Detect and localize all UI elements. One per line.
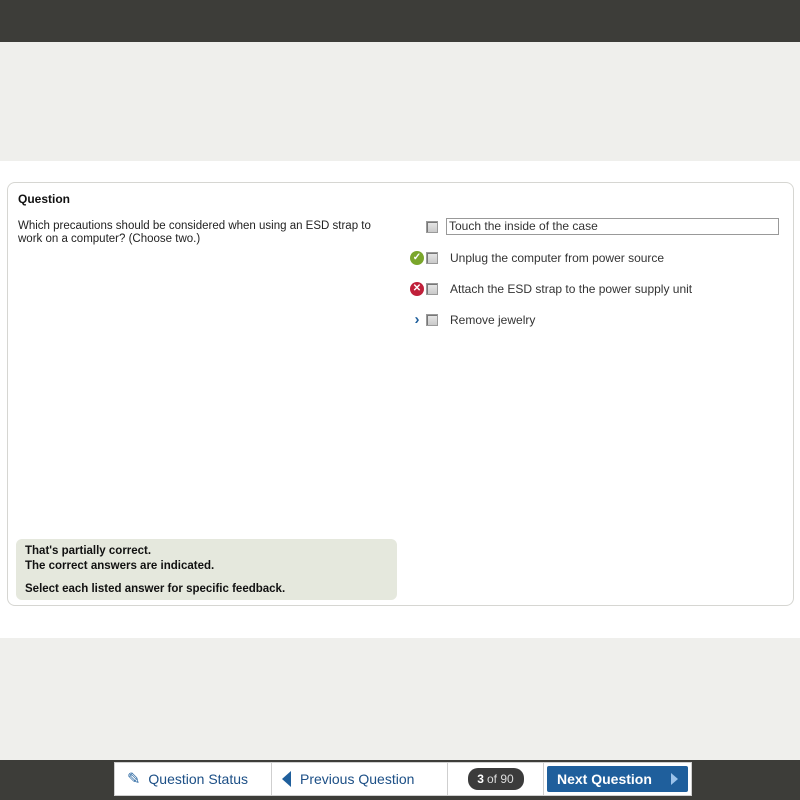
question-status-label: Question Status [148,771,249,787]
top-gray-band [0,42,800,161]
answer-list: Touch the inside of the case ✓ Unplug th… [408,218,788,343]
question-status-button[interactable]: ✎ Question Status [114,762,272,796]
checkbox[interactable] [426,252,438,264]
next-question-inner[interactable]: Next Question [547,766,688,792]
top-bar [0,0,800,42]
question-heading: Question [18,192,71,206]
answer-option-2[interactable]: ✓ Unplug the computer from power source [408,250,788,281]
incorrect-x-icon: ✕ [410,282,424,296]
current-page: 3 [477,772,484,786]
right-triangle-icon [671,773,678,785]
answer-label[interactable]: Touch the inside of the case [446,218,779,235]
previous-question-button[interactable]: Previous Question [272,762,448,796]
left-triangle-icon [282,771,291,787]
missed-chevron-icon: › [414,311,420,328]
page-indicator-area: 3 of 90 [448,762,543,796]
navigation-bar: ✎ Question Status Previous Question 3 of… [114,762,692,796]
pencil-icon: ✎ [127,771,141,788]
correct-check-icon: ✓ [410,251,424,265]
feedback-panel: That's partially correct. The correct an… [16,539,397,600]
answer-option-4[interactable]: › Remove jewelry [408,312,788,343]
checkbox[interactable] [426,314,438,326]
page-total: of 90 [486,772,514,786]
checkbox[interactable] [426,221,438,233]
answer-indicator-empty [408,219,426,235]
feedback-line-2: The correct answers are indicated. [25,560,215,572]
next-question-label: Next Question [557,771,652,787]
bottom-gray-band [0,638,800,760]
feedback-line-1: That's partially correct. [25,545,152,557]
previous-question-label: Previous Question [300,771,415,787]
page-indicator: 3 of 90 [467,768,524,790]
next-question-button[interactable]: Next Question [543,762,692,796]
question-text: Which precautions should be considered w… [18,220,371,245]
answer-label[interactable]: Unplug the computer from power source [448,250,666,266]
checkbox[interactable] [426,283,438,295]
answer-option-1[interactable]: Touch the inside of the case [408,218,788,250]
indicator-wrap: › [408,312,426,328]
indicator-wrap: ✓ [408,250,426,266]
feedback-line-3: Select each listed answer for specific f… [25,583,286,595]
answer-label[interactable]: Attach the ESD strap to the power supply… [448,281,694,297]
indicator-wrap: ✕ [408,281,426,297]
answer-option-3[interactable]: ✕ Attach the ESD strap to the power supp… [408,281,788,312]
question-card: Question Which precautions should be con… [7,182,794,606]
answer-label[interactable]: Remove jewelry [448,312,537,328]
